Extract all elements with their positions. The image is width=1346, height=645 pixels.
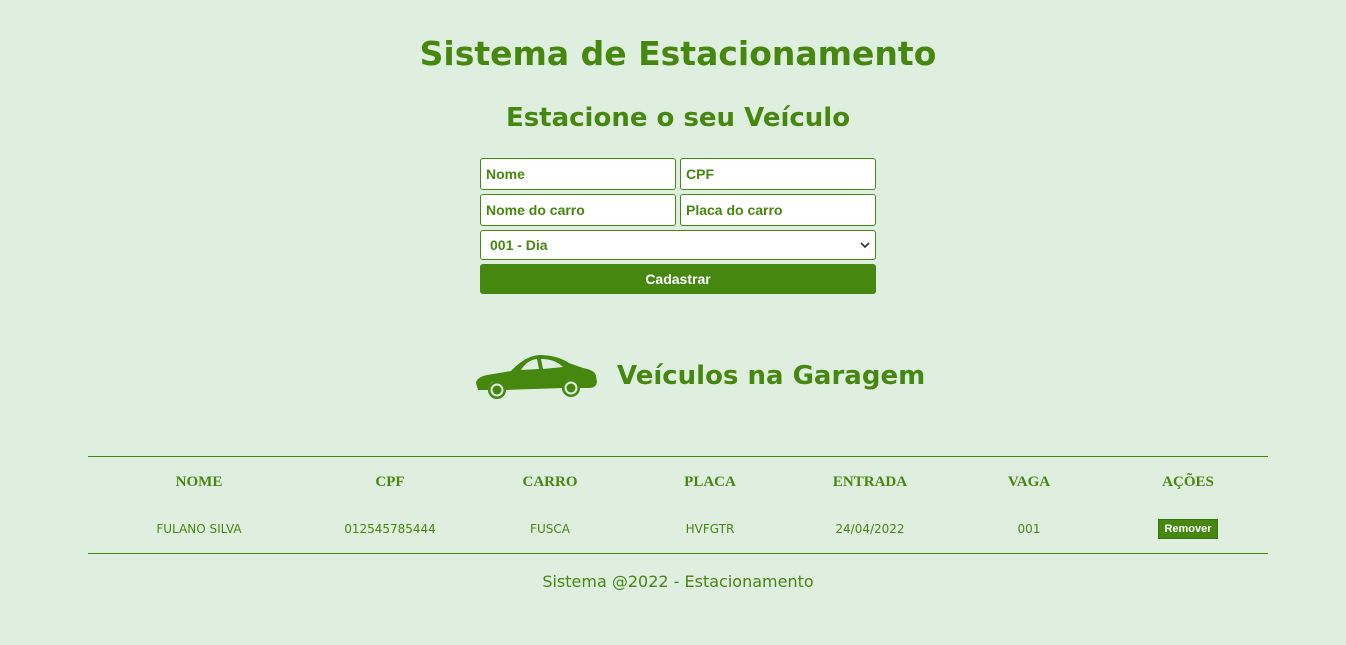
column-header-vaga: VAGA	[1007, 473, 1051, 490]
cpf-input[interactable]	[680, 158, 876, 190]
column-header-nome: NOME	[175, 473, 223, 490]
plate-input[interactable]	[680, 194, 876, 226]
cell-carro: FUSCA	[530, 522, 570, 536]
vehicles-table: NOME CPF CARRO PLACA ENTRADA VAGA AÇÕES …	[88, 457, 1268, 551]
vaga-select[interactable]: 001 - Dia	[480, 230, 876, 260]
cell-entrada: 24/04/2022	[835, 522, 905, 536]
table-row: FULANO SILVA 012545785444 FUSCA HVFGTR 2…	[88, 507, 1268, 551]
cadastrar-button[interactable]: Cadastrar	[480, 264, 876, 294]
vaga-select-value: 001 - Dia	[490, 237, 548, 253]
column-header-carro: CARRO	[522, 473, 578, 490]
page-title: Sistema de Estacionamento	[419, 34, 937, 73]
column-header-cpf: CPF	[375, 473, 405, 490]
parking-form: 001 - Dia Cadastrar	[480, 158, 876, 294]
vehicles-table-container: NOME CPF CARRO PLACA ENTRADA VAGA AÇÕES …	[88, 456, 1268, 554]
garage-title: Veículos na Garagem	[617, 361, 926, 391]
footer-text: Sistema @2022 - Estacionamento	[542, 572, 814, 591]
column-header-placa: PLACA	[684, 473, 736, 490]
cell-cpf: 012545785444	[344, 522, 436, 536]
column-header-acoes: AÇÕES	[1162, 473, 1214, 490]
chevron-down-icon	[860, 242, 870, 249]
form-row-person	[480, 158, 876, 190]
form-row-car	[480, 194, 876, 226]
cell-nome: FULANO SILVA	[156, 522, 242, 536]
car-name-input[interactable]	[480, 194, 676, 226]
cell-acoes: Remover	[1108, 507, 1268, 551]
form-title: Estacione o seu Veículo	[505, 103, 851, 133]
remove-button[interactable]: Remover	[1158, 519, 1218, 539]
cell-placa: HVFGTR	[685, 522, 735, 536]
nome-input[interactable]	[480, 158, 676, 190]
car-icon	[476, 355, 597, 399]
table-header-row: NOME CPF CARRO PLACA ENTRADA VAGA AÇÕES	[88, 457, 1268, 507]
cell-vaga: 001	[1017, 522, 1041, 536]
garage-header: Veículos na Garagem	[475, 352, 925, 400]
column-header-entrada: ENTRADA	[832, 473, 908, 490]
